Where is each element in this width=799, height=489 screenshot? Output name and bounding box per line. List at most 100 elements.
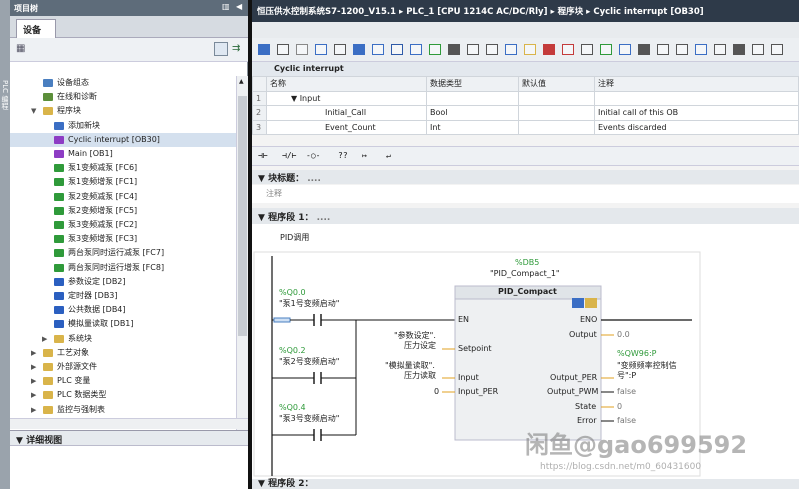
column-header-name[interactable]: 名称: [266, 76, 427, 92]
toolbar-button[interactable]: [372, 44, 384, 55]
tree-item[interactable]: Cyclic interrupt [OB30]: [10, 132, 236, 147]
tree-item[interactable]: ▶ 监控与强制表: [10, 403, 236, 416]
toolbar-button[interactable]: [505, 44, 517, 55]
network-2-expand-icon[interactable]: ▼: [258, 479, 265, 489]
export-icon[interactable]: ⇉: [232, 43, 240, 54]
ladder-tool-button[interactable]: ??: [338, 151, 348, 160]
output-value[interactable]: 0.0: [617, 330, 630, 339]
block-comment[interactable]: 注释: [252, 185, 799, 203]
tree-item[interactable]: 设备组态: [10, 76, 236, 90]
tree-item[interactable]: ▶ PLC 变量: [10, 374, 236, 388]
tree-horizontal-scrollbar[interactable]: [10, 418, 248, 429]
toolbar-button[interactable]: [600, 44, 612, 55]
scrollbar-thumb[interactable]: [238, 96, 247, 336]
param-name[interactable]: Event_Count: [266, 119, 427, 135]
tree-item[interactable]: ▼ 程序块: [10, 104, 236, 118]
toolbar-button[interactable]: [429, 44, 441, 55]
expand-icon[interactable]: ▶: [31, 346, 36, 360]
toolbar-button[interactable]: [277, 44, 289, 55]
toolbar-button[interactable]: [524, 44, 536, 55]
param-name[interactable]: Initial_Call: [266, 105, 427, 121]
collapse-panel-icon[interactable]: ◀: [236, 2, 242, 11]
toolbar-button[interactable]: [581, 44, 593, 55]
param-name[interactable]: ▼ Input: [266, 90, 427, 106]
ladder-tool-button[interactable]: ⊣/⊢: [282, 151, 296, 160]
tree-item[interactable]: 泵1变频减泵 [FC6]: [10, 161, 236, 175]
tree-item[interactable]: 泵1变频增泵 [FC1]: [10, 175, 236, 189]
tree-item[interactable]: 泵3变频减泵 [FC2]: [10, 218, 236, 232]
toolbar-button[interactable]: [771, 44, 783, 55]
tree-item[interactable]: 两台泵同时运行减泵 [FC7]: [10, 246, 236, 260]
toolbar-button[interactable]: [752, 44, 764, 55]
list-view-icon[interactable]: [214, 42, 228, 56]
param-default[interactable]: [518, 90, 595, 106]
expand-icon[interactable]: ▶: [31, 388, 36, 402]
tree-item[interactable]: 模拟量读取 [DB1]: [10, 317, 236, 331]
toolbar-button[interactable]: [391, 44, 403, 55]
toolbar-button[interactable]: [638, 44, 650, 55]
output-pwm-value[interactable]: false: [617, 387, 636, 396]
state-value[interactable]: 0: [617, 402, 622, 411]
toolbar-button[interactable]: [733, 44, 745, 55]
toolbar-button[interactable]: [657, 44, 669, 55]
tree-item[interactable]: 参数设定 [DB2]: [10, 275, 236, 289]
param-comment[interactable]: [594, 90, 799, 106]
expand-icon[interactable]: ▶: [31, 374, 36, 388]
contact-1-name[interactable]: "泵1号变频启动": [279, 298, 339, 309]
toolbar-button[interactable]: [619, 44, 631, 55]
column-header-default[interactable]: 默认值: [518, 76, 595, 92]
ladder-tool-button[interactable]: ⊣⊢: [258, 151, 268, 160]
pid-config-icon[interactable]: [572, 298, 584, 308]
column-header-comment[interactable]: 注释: [594, 76, 799, 92]
panel-layout-icon[interactable]: ▥: [222, 2, 230, 11]
toolbar-button[interactable]: [695, 44, 707, 55]
toolbar-button[interactable]: [296, 44, 308, 55]
toolbar-button[interactable]: [353, 44, 365, 55]
tree-item[interactable]: ▶ PLC 数据类型: [10, 388, 236, 402]
tree-item[interactable]: ▶ 工艺对象: [10, 346, 236, 360]
tree-item[interactable]: ▶ 外部源文件: [10, 360, 236, 374]
param-comment[interactable]: Initial call of this OB: [594, 105, 799, 121]
contact-3-name[interactable]: "泵3号变频启动": [279, 413, 339, 424]
network-1-header[interactable]: ▼ 程序段 1： ....: [252, 208, 799, 224]
grid-view-icon[interactable]: ▦: [16, 43, 25, 54]
param-type[interactable]: [426, 90, 519, 106]
tree-item[interactable]: 两台泵同时运行增泵 [FC8]: [10, 261, 236, 275]
tree-item[interactable]: 定时器 [DB3]: [10, 289, 236, 303]
expand-icon[interactable]: ▶: [42, 332, 47, 346]
pid-commissioning-icon[interactable]: [585, 298, 597, 308]
tree-item[interactable]: 泵2变频减泵 [FC4]: [10, 190, 236, 204]
tree-vertical-scrollbar[interactable]: ▲ ▼: [236, 76, 248, 430]
tree-item[interactable]: 泵3变频增泵 [FC3]: [10, 232, 236, 246]
vertical-tab-label[interactable]: PLC 编程: [0, 80, 10, 109]
block-title-value[interactable]: ....: [307, 174, 321, 184]
ladder-tool-button[interactable]: ↦: [362, 151, 367, 160]
expand-icon[interactable]: ▶: [31, 360, 36, 374]
tree-item[interactable]: Main [OB1]: [10, 147, 236, 161]
interface-row[interactable]: 3 Event_Count Int Events discarded: [252, 119, 799, 135]
tree-item[interactable]: 添加新块: [10, 119, 236, 133]
param-default[interactable]: [518, 105, 595, 121]
tree-item[interactable]: 泵2变频增泵 [FC5]: [10, 204, 236, 218]
network-2-header[interactable]: ▼ 程序段 2：: [252, 479, 799, 489]
toolbar-button[interactable]: [258, 44, 270, 55]
ladder-tool-button[interactable]: -○-: [306, 151, 320, 160]
toolbar-button[interactable]: [334, 44, 346, 55]
output-per-name-2[interactable]: 号":P: [617, 370, 636, 381]
tree-item[interactable]: 在线和诊断: [10, 90, 236, 104]
tree-item[interactable]: 公共数据 [DB4]: [10, 303, 236, 317]
ladder-tool-button[interactable]: ↵: [386, 151, 391, 160]
detail-view-toggle-icon[interactable]: ▼: [16, 436, 23, 446]
toolbar-button[interactable]: [410, 44, 422, 55]
param-comment[interactable]: Events discarded: [594, 119, 799, 135]
network-1-dots[interactable]: ....: [317, 213, 331, 223]
tab-devices[interactable]: 设备: [16, 19, 56, 38]
collapse-icon[interactable]: ▼: [31, 104, 36, 118]
network-expand-icon[interactable]: ▼: [258, 213, 265, 223]
toolbar-button[interactable]: [543, 44, 555, 55]
toolbar-button[interactable]: [714, 44, 726, 55]
detail-view-header[interactable]: ▼ 详细视图: [10, 430, 248, 446]
network-1-title[interactable]: PID调用: [252, 224, 799, 248]
tree-item[interactable]: ▶ 系统块: [10, 332, 236, 346]
input-per-value[interactable]: 0: [434, 387, 439, 396]
